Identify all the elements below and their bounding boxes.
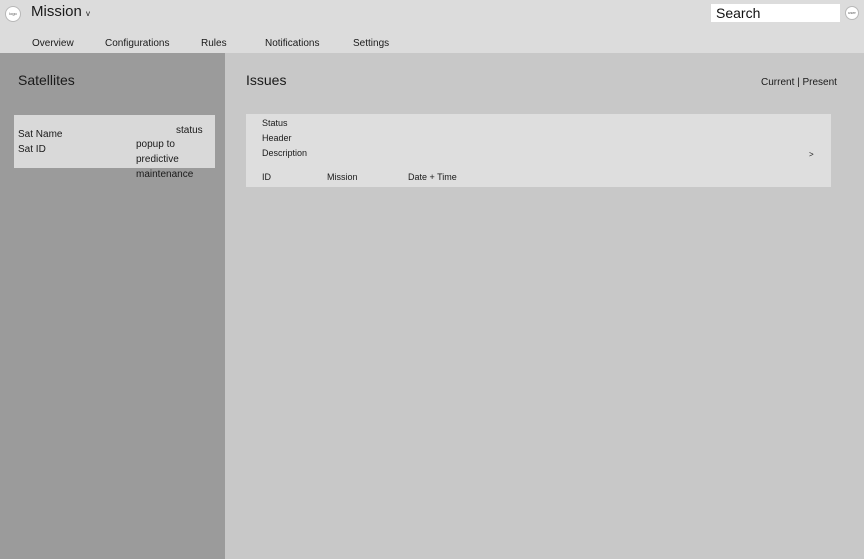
top-bar: logo Mission v user Overview Configurati… — [0, 0, 864, 53]
predictive-maintenance-popup[interactable]: popup to predictive maintenance — [136, 137, 220, 182]
satellite-name: Sat Name — [18, 129, 63, 140]
satellites-sidebar: Satellites Sat Name Sat ID status popup … — [0, 53, 225, 559]
issue-id: ID — [262, 172, 271, 182]
issue-status: Status — [262, 118, 288, 128]
tab-notifications[interactable]: Notifications — [265, 38, 319, 50]
satellite-status: status — [176, 125, 203, 136]
tab-settings[interactable]: Settings — [353, 38, 389, 50]
mission-title[interactable]: Mission — [31, 2, 82, 22]
tab-configurations[interactable]: Configurations — [105, 38, 169, 50]
issue-header: Header — [262, 133, 292, 143]
search-input[interactable] — [711, 4, 840, 22]
tab-rules[interactable]: Rules — [201, 38, 227, 50]
issue-card[interactable]: Status Header Description > ID Mission D… — [246, 114, 831, 187]
logo[interactable]: logo — [5, 6, 21, 22]
chevron-right-icon[interactable]: > — [809, 150, 814, 160]
issue-mission: Mission — [327, 172, 358, 182]
page-title: Issues — [246, 72, 287, 88]
issue-datetime: Date + Time — [408, 172, 457, 182]
issue-description: Description — [262, 148, 308, 158]
mission-dropdown-icon[interactable]: v — [86, 9, 90, 19]
tab-overview[interactable]: Overview — [32, 38, 74, 50]
satellite-id: Sat ID — [18, 144, 46, 155]
current-present-toggle[interactable]: Current | Present — [761, 77, 837, 89]
user-avatar[interactable]: user — [845, 6, 859, 20]
satellite-card[interactable]: Sat Name Sat ID status popup to predicti… — [14, 115, 215, 180]
sidebar-title: Satellites — [18, 72, 75, 88]
